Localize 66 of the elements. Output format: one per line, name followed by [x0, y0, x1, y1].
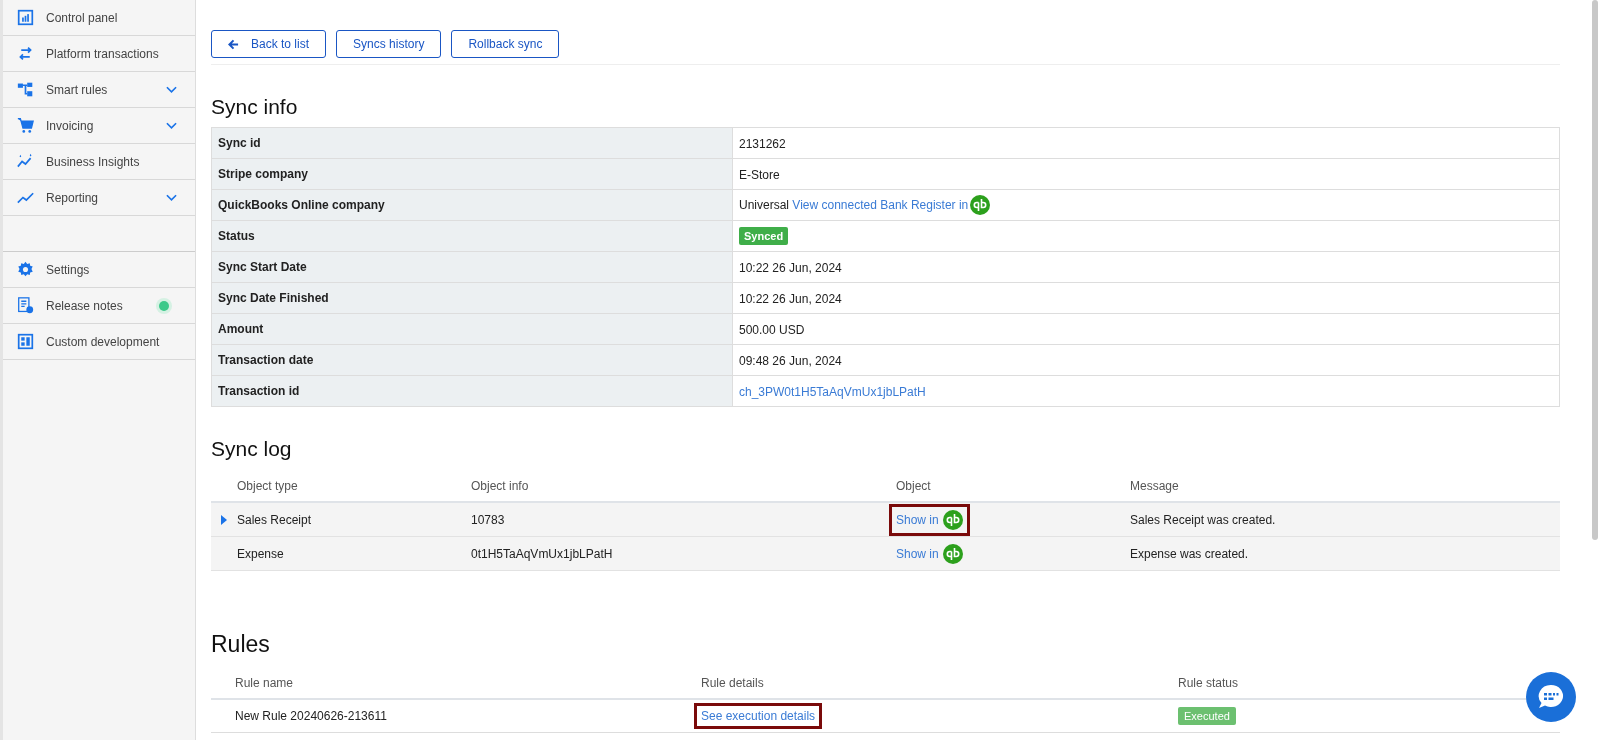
table-cell-text: 0t1H5TaAqVmUx1jbLPatH	[471, 546, 614, 561]
toolbar-button[interactable]: Rollback sync	[451, 30, 560, 58]
execution-details-link[interactable]: See execution details	[694, 703, 823, 729]
company-name: Universal	[739, 198, 789, 212]
back-button[interactable]: Back to list	[211, 30, 327, 58]
gear-icon	[17, 261, 34, 278]
table-cell: E-Store	[739, 167, 780, 182]
table-cell: Stripe company	[211, 158, 733, 190]
status-badge: Executed	[1178, 707, 1236, 725]
arrows-icon	[17, 45, 34, 62]
flowchart-icon	[17, 81, 34, 98]
section-title: Rules	[211, 631, 271, 658]
sparkline-icon	[17, 153, 34, 170]
sidebar-item[interactable]: Business Insights	[3, 144, 195, 180]
sidebar-item[interactable]: Control panel	[3, 0, 195, 36]
table-cell: Amount	[211, 313, 733, 345]
sidebar-item[interactable]: Custom development	[3, 324, 195, 360]
column-header: Object info	[471, 479, 530, 493]
column-header: Rule status	[1178, 676, 1240, 690]
arrow-left-icon	[228, 38, 239, 50]
column-header: Rule details	[701, 676, 765, 690]
table-cell-text: New Rule 20240626-213611	[235, 709, 388, 723]
qb-logo-icon	[970, 195, 991, 215]
transaction-link[interactable]: ch_3PW0t1H5TaAqVmUx1jbLPatH	[739, 384, 926, 399]
table-cell-text: Expense was created.	[1130, 546, 1250, 561]
table-cell: Transaction id	[211, 375, 733, 407]
toolbar-button[interactable]: Syncs history	[336, 30, 442, 58]
table-cell: 10:22 26 Jun, 2024	[739, 291, 842, 306]
table-cell: Sync id	[211, 127, 733, 159]
sidebar-item[interactable]: Release notes	[3, 288, 195, 324]
sidebar-item[interactable]: Settings	[3, 252, 195, 288]
cart-icon	[17, 117, 34, 134]
table-cell: 10:22 26 Jun, 2024	[739, 260, 842, 275]
column-header: Object	[896, 479, 932, 493]
table-cell: 2131262	[739, 136, 786, 151]
grid-icon	[17, 333, 34, 350]
qb-logo-icon	[942, 543, 963, 564]
table-cell: Sync Start Date	[211, 251, 733, 283]
column-header: Rule name	[235, 676, 295, 690]
show-in-link[interactable]: Show in	[889, 503, 970, 536]
chart-icon	[17, 9, 34, 26]
table-cell-text: 10783	[471, 512, 506, 527]
chat-button[interactable]	[1526, 672, 1576, 722]
table-cell: 09:48 26 Jun, 2024	[739, 353, 842, 368]
table-cell-text: Sales Receipt	[237, 512, 313, 527]
sidebar-item[interactable]: Invoicing	[3, 108, 195, 144]
sidebar-item[interactable]: Reporting	[3, 180, 195, 216]
table-cell: Sync Date Finished	[211, 282, 733, 314]
section-title: Sync log	[211, 437, 293, 461]
table-cell: QuickBooks Online company	[211, 189, 733, 221]
show-in-link[interactable]: Show in	[889, 537, 970, 570]
table-cell: Status	[211, 220, 733, 252]
table-cell-text: Expense	[237, 546, 285, 561]
table-cell-text: Sales Receipt was created.	[1130, 512, 1277, 527]
status-badge: Synced	[739, 227, 789, 245]
column-header: Object type	[237, 479, 299, 493]
document-icon	[17, 297, 34, 314]
qb-logo-icon	[942, 509, 963, 530]
column-header: Message	[1130, 479, 1180, 493]
table-cell: Transaction date	[211, 344, 733, 376]
section-title: Sync info	[211, 95, 299, 119]
scrollbar[interactable]	[1592, 0, 1598, 540]
sidebar-item[interactable]: Smart rules	[3, 72, 195, 108]
table-cell: 500.00 USD	[739, 322, 805, 337]
bank-register-link[interactable]: View connected Bank Register in	[792, 198, 969, 212]
sidebar-item[interactable]: Platform transactions	[3, 36, 195, 72]
